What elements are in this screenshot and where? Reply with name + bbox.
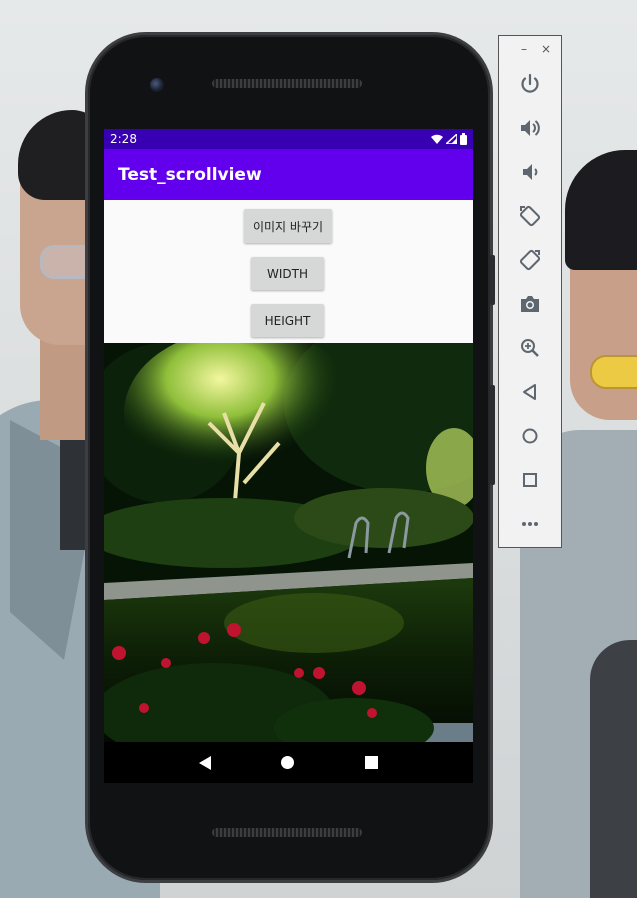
status-bar: 2:28 [104,129,473,149]
home-icon [522,428,538,444]
height-button[interactable]: HEIGHT [251,304,324,337]
back-button[interactable] [499,370,561,414]
overview-button[interactable] [499,458,561,502]
emulator-toolbar: – × [498,35,562,548]
close-icon[interactable]: × [541,42,551,56]
garden-photo[interactable] [104,343,473,742]
nav-bar [104,742,473,783]
camera-icon [521,296,539,312]
screenshot-button[interactable] [499,282,561,326]
more-button[interactable] [499,502,561,546]
window-controls: – × [499,36,561,62]
speaker-top [212,79,362,88]
app-bar: Test_scrollview [104,149,473,200]
width-button[interactable]: WIDTH [251,257,324,290]
glasses-right [590,355,637,389]
signal-icon [446,134,457,144]
rotate-right-button[interactable] [499,238,561,282]
rotate-right-icon [519,249,541,271]
back-icon [523,384,536,400]
more-icon [522,522,538,526]
home-icon[interactable] [281,756,295,769]
status-time: 2:28 [110,132,137,146]
volume-down-icon [523,164,538,180]
power-icon [521,73,539,93]
battery-icon [460,133,467,145]
rotate-left-button[interactable] [499,194,561,238]
recents-icon[interactable] [364,756,378,769]
zoom-icon [521,339,539,357]
front-camera-icon [150,78,164,92]
wifi-icon [431,134,443,144]
minimize-icon[interactable]: – [521,42,527,56]
speaker-bottom [212,828,362,837]
phone-screen: 2:28 Test_scrollview 이미지 바꾸기 WIDTH HEIGH… [104,129,473,783]
zoom-button[interactable] [499,326,561,370]
volume-up-button[interactable] [499,106,561,150]
volume-up-icon [521,120,540,136]
overview-icon [523,473,537,487]
rotate-left-icon [519,205,541,227]
garden-photo-image [104,343,473,742]
power-button[interactable] [499,62,561,106]
app-title: Test_scrollview [118,164,262,185]
button-panel: 이미지 바꾸기 WIDTH HEIGHT [104,200,473,343]
change-image-button[interactable]: 이미지 바꾸기 [244,209,332,243]
back-icon[interactable] [199,755,212,770]
volume-down-button[interactable] [499,150,561,194]
home-button[interactable] [499,414,561,458]
